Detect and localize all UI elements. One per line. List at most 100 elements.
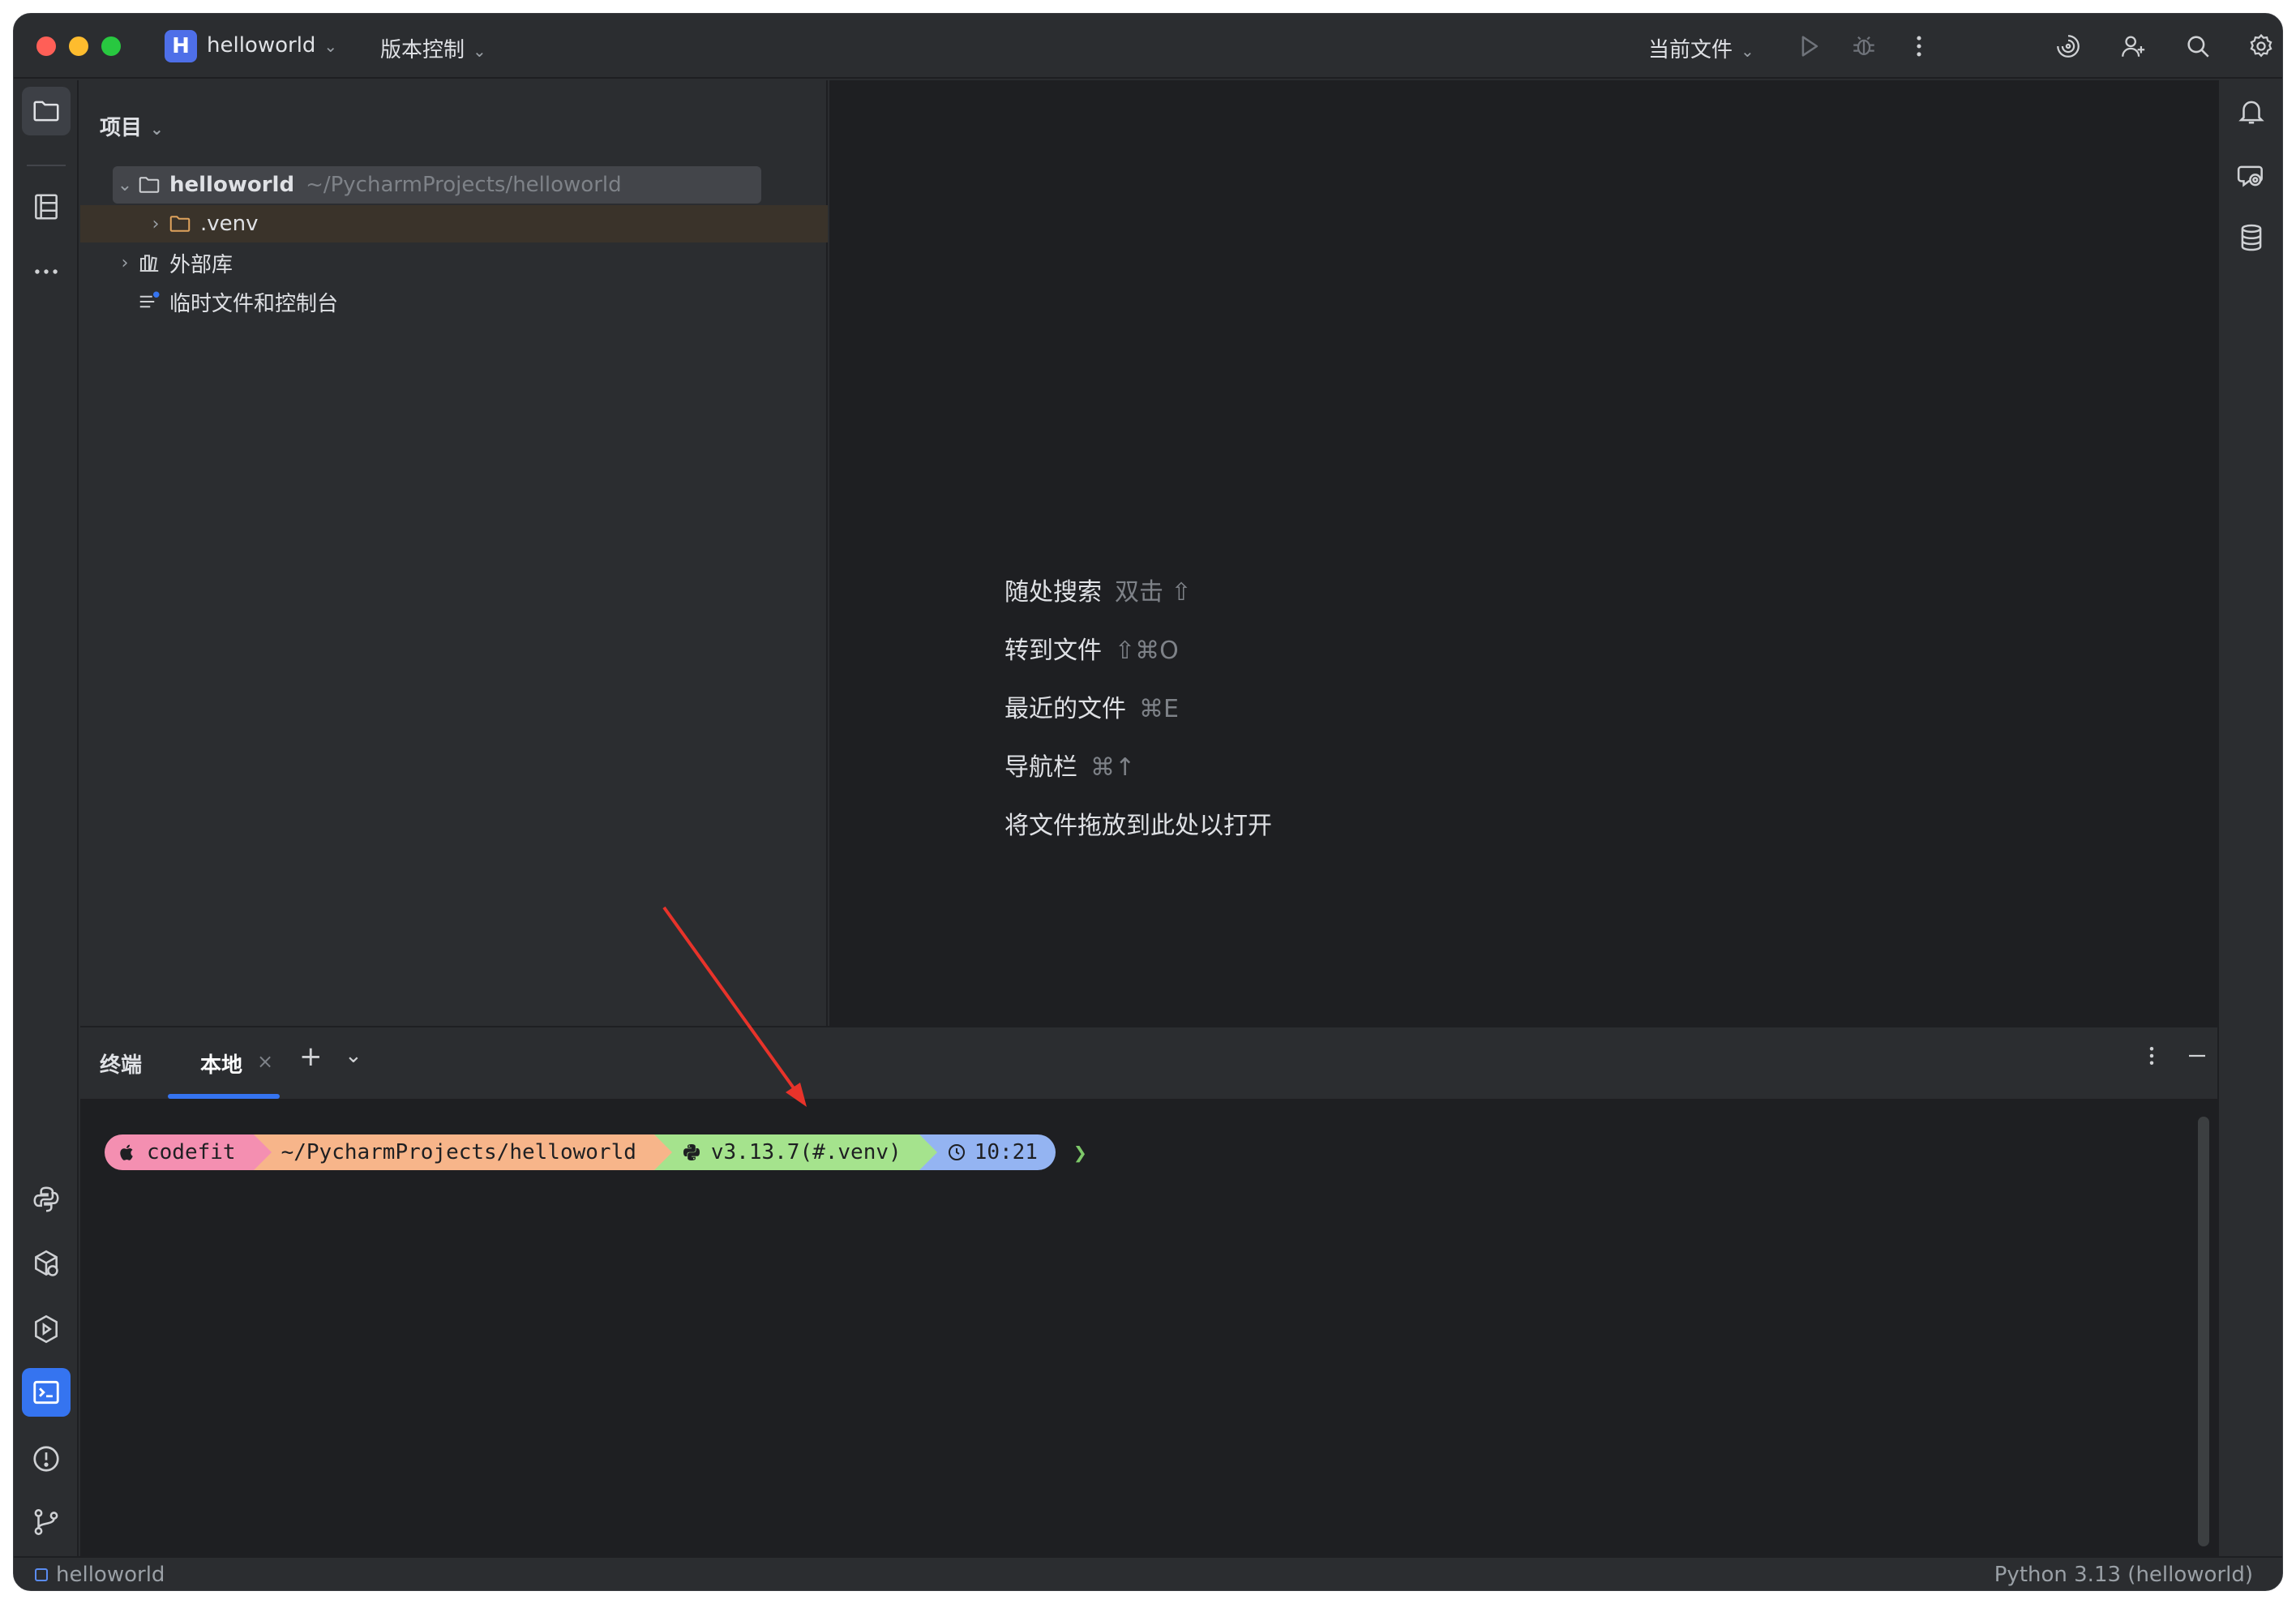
project-panel-header[interactable]: 项目 ⌄ [100, 111, 164, 141]
strip-divider [27, 165, 66, 166]
hint-shortcut: 双击 ⇧ [1115, 578, 1192, 607]
problems-icon[interactable] [22, 1435, 71, 1483]
folder-icon [139, 177, 160, 193]
minimize-window-button[interactable] [69, 36, 88, 56]
settings-gear-icon[interactable] [2245, 28, 2277, 64]
chevron-right-icon[interactable]: › [144, 214, 168, 234]
terminal-header: 终端 本地 × + ⌄ [80, 1026, 2217, 1099]
database-icon[interactable] [2227, 213, 2276, 262]
right-tool-strip [2217, 80, 2282, 1556]
prompt-path-segment: ~/PycharmProjects/helloworld [253, 1134, 672, 1170]
hint-label: 转到文件 [1004, 637, 1102, 665]
title-bar: H helloworld ⌄ 版本控制 ⌄ 当前文件 ⌄ [14, 14, 2282, 79]
hint-shortcut: ⇧⌘O [1115, 637, 1179, 665]
project-tool-icon[interactable] [22, 87, 71, 135]
zoom-window-button[interactable] [101, 36, 121, 56]
notifications-bell-icon[interactable] [2227, 87, 2276, 135]
project-panel: 项目 ⌄ ⌄ helloworld ~/PycharmProjects/hello… [80, 80, 828, 1026]
hint-drop-files: 将文件拖放到此处以打开 [1004, 805, 1272, 841]
hide-panel-icon[interactable] [2185, 1044, 2209, 1074]
annotation-arrow [662, 906, 807, 1107]
ai-chat-icon[interactable] [2227, 152, 2276, 200]
hint-shortcut: ⌘↑ [1090, 753, 1136, 782]
terminal-output[interactable]: codefit ~/PycharmProjects/helloworld v3.… [80, 1099, 2217, 1556]
project-panel-title: 项目 [100, 116, 143, 140]
chevron-down-icon[interactable]: ⌄ [345, 1044, 362, 1068]
chevron-down-icon[interactable]: ⌄ [113, 175, 137, 195]
vcs-menu[interactable]: 版本控制 ⌄ [380, 33, 486, 63]
hint-label: 导航栏 [1004, 753, 1077, 782]
close-window-button[interactable] [36, 36, 56, 56]
vcs-label: 版本控制 [380, 38, 465, 62]
add-user-icon[interactable] [2115, 28, 2151, 64]
hint-go-to-file: 转到文件 ⇧⌘O [1004, 630, 1179, 666]
tree-item-label: 外部库 [169, 252, 233, 277]
tree-item-venv[interactable]: › .venv [80, 205, 828, 242]
prompt-python-segment: v3.13.7(#.venv) [653, 1134, 937, 1170]
tree-item-external-libraries[interactable]: › 外部库 [80, 244, 828, 281]
prompt-python-version: v3.13.7(#.venv) [710, 1140, 902, 1164]
hint-label: 随处搜索 [1004, 578, 1102, 607]
run-config-label: 当前文件 [1648, 38, 1733, 62]
prompt-path: ~/PycharmProjects/helloworld [281, 1140, 636, 1164]
status-project-name: helloworld [56, 1563, 165, 1587]
project-name: helloworld [207, 33, 316, 58]
chevron-down-icon: ⌄ [323, 36, 338, 56]
chevron-down-icon: ⌄ [1741, 41, 1754, 61]
tree-item-label: helloworld [169, 173, 295, 197]
prompt-time: 10:21 [974, 1140, 1038, 1164]
python-packages-icon[interactable] [22, 1240, 71, 1289]
project-square-icon [35, 1568, 48, 1581]
ide-window: H helloworld ⌄ 版本控制 ⌄ 当前文件 ⌄ 项目 ⌄ ⌄ hell… [13, 13, 2283, 1591]
structure-tool-icon[interactable] [22, 182, 71, 231]
chevron-down-icon: ⌄ [150, 119, 164, 139]
scratches-icon [139, 291, 160, 308]
apple-icon [120, 1144, 133, 1160]
debug-icon[interactable] [1846, 28, 1882, 64]
tree-item-scratches[interactable]: 临时文件和控制台 [80, 283, 828, 320]
run-icon[interactable] [1791, 28, 1827, 64]
library-icon [139, 255, 159, 272]
hint-label: 最近的文件 [1004, 695, 1126, 723]
terminal-scrollbar[interactable] [2198, 1117, 2209, 1546]
search-icon[interactable] [2180, 28, 2216, 64]
status-bar: helloworld Python 3.13 (helloworld) [14, 1556, 2282, 1590]
hint-navigation-bar: 导航栏 ⌘↑ [1004, 747, 1135, 783]
project-badge[interactable]: H [165, 30, 197, 62]
run-config-selector[interactable]: 当前文件 ⌄ [1648, 33, 1754, 63]
hint-label: 将文件拖放到此处以打开 [1004, 812, 1272, 840]
terminal-tab-local[interactable]: 本地 [200, 1049, 242, 1079]
status-interpreter[interactable]: Python 3.13 (helloworld) [1994, 1563, 2253, 1587]
folder-icon [169, 216, 191, 232]
tree-item-label: .venv [200, 212, 259, 236]
services-run-icon[interactable] [22, 1305, 71, 1353]
more-actions-icon[interactable] [1901, 28, 1937, 64]
ai-assistant-icon[interactable] [2050, 28, 2086, 64]
more-tools-icon[interactable] [22, 247, 71, 296]
chevron-down-icon: ⌄ [473, 41, 486, 61]
project-selector[interactable]: helloworld ⌄ [207, 33, 337, 58]
prompt-user: codefit [147, 1140, 236, 1164]
new-tab-plus-icon[interactable]: + [299, 1040, 323, 1073]
prompt-symbol: ❯ [1073, 1139, 1087, 1166]
clock-icon [948, 1144, 965, 1160]
prompt-user-segment: codefit [105, 1134, 272, 1170]
tree-item-label: 临时文件和控制台 [169, 291, 339, 316]
chevron-right-icon[interactable]: › [113, 253, 137, 273]
hint-recent-files: 最近的文件 ⌘E [1004, 688, 1179, 724]
close-tab-icon[interactable]: × [257, 1050, 273, 1073]
hint-shortcut: ⌘E [1139, 695, 1179, 723]
left-tool-strip [14, 80, 79, 1556]
python-console-icon[interactable] [22, 1175, 71, 1224]
terminal-tool-icon[interactable] [22, 1368, 71, 1417]
hint-search-everywhere: 随处搜索 双击 ⇧ [1004, 572, 1192, 607]
python-icon [683, 1144, 700, 1160]
tree-item-path: ~/PycharmProjects/helloworld [306, 173, 622, 197]
prompt-time-segment: 10:21 [919, 1134, 1056, 1170]
status-project-widget[interactable]: helloworld [35, 1563, 165, 1587]
shell-prompt: codefit ~/PycharmProjects/helloworld v3.… [105, 1134, 1087, 1170]
tree-item-project-root[interactable]: ⌄ helloworld ~/PycharmProjects/helloworl… [113, 166, 761, 204]
editor-empty-area[interactable]: 随处搜索 双击 ⇧ 转到文件 ⇧⌘O 最近的文件 ⌘E 导航栏 ⌘↑ 将文件拖放到此处以… [829, 80, 2217, 1026]
terminal-options-icon[interactable] [2140, 1044, 2164, 1074]
git-branch-icon[interactable] [22, 1498, 71, 1546]
